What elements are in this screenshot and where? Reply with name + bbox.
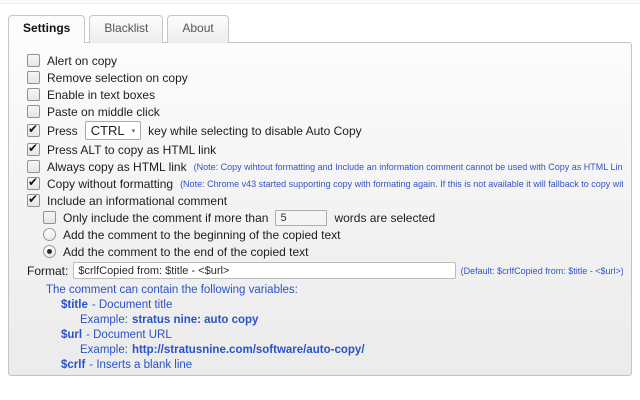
paste-middle-click-checkbox[interactable] — [27, 105, 40, 118]
words-count-input[interactable] — [275, 210, 327, 226]
variable-url-example: Example: http://stratusnine.com/software/… — [80, 343, 623, 358]
press-ctrl-label-after: key while selecting to disable Auto Copy — [148, 124, 361, 138]
option-row: Alert on copy — [17, 52, 623, 69]
only-include-row: Only include the comment if more than wo… — [33, 209, 623, 226]
tab-blacklist[interactable]: Blacklist — [89, 15, 163, 43]
format-label: Format: — [27, 264, 68, 278]
tab-bar: Settings Blacklist About — [0, 15, 640, 42]
ctrl-key-select[interactable]: CTRL ▾ — [85, 121, 141, 140]
press-alt-checkbox[interactable] — [27, 143, 40, 156]
position-beginning-label: Add the comment to the beginning of the … — [63, 228, 341, 242]
variable-url-example-label: Example: — [80, 344, 128, 356]
enable-text-boxes-label: Enable in text boxes — [47, 88, 155, 102]
variable-title: $title - Document title — [61, 298, 623, 313]
position-beginning-radio[interactable] — [43, 228, 56, 241]
chevron-down-icon: ▾ — [132, 127, 136, 135]
press-alt-row: Press ALT to copy as HTML link — [17, 141, 623, 158]
remove-selection-label: Remove selection on copy — [47, 71, 188, 85]
press-alt-label: Press ALT to copy as HTML link — [47, 143, 216, 157]
press-ctrl-checkbox[interactable] — [27, 124, 40, 137]
copy-without-formatting-label: Copy without formatting — [47, 177, 173, 191]
variable-title-desc: - Document title — [92, 299, 173, 311]
ctrl-key-value: CTRL — [91, 123, 125, 138]
variable-crlf: $crlf - Inserts a blank line — [61, 358, 623, 373]
format-default-hint: (Default: $crlfCopied from: $title - <$u… — [461, 266, 623, 276]
variable-url-example-value: http://stratusnine.com/software/auto-cop… — [132, 344, 365, 356]
variable-url-desc: - Document URL — [86, 329, 172, 341]
alert-on-copy-checkbox[interactable] — [27, 54, 40, 67]
press-ctrl-label-before: Press — [47, 124, 78, 138]
only-include-label-after: words are selected — [334, 211, 435, 225]
variable-title-example-value: stratus nine: auto copy — [132, 314, 259, 326]
copy-without-formatting-checkbox[interactable] — [27, 177, 40, 190]
format-row: Format: (Default: $crlfCopied from: $tit… — [17, 260, 623, 281]
format-input[interactable] — [73, 262, 455, 279]
remove-selection-checkbox[interactable] — [27, 71, 40, 84]
include-comment-label: Include an informational comment — [47, 194, 227, 208]
variable-url: $url - Document URL — [61, 328, 623, 343]
include-comment-checkbox[interactable] — [27, 194, 40, 207]
always-html-link-label: Always copy as HTML link — [47, 160, 187, 174]
always-html-link-note: (Note: Copy wihtout formatting and Inclu… — [194, 162, 623, 172]
always-html-link-row: Always copy as HTML link (Note: Copy wih… — [17, 158, 623, 175]
variable-crlf-desc: - Inserts a blank line — [89, 359, 192, 371]
copy-without-formatting-note: (Note: Chrome v43 started supporting cop… — [180, 179, 623, 189]
tab-settings[interactable]: Settings — [8, 15, 85, 43]
comment-beginning-row: Add the comment to the beginning of the … — [33, 226, 623, 243]
alert-on-copy-label: Alert on copy — [47, 54, 117, 68]
copy-without-formatting-row: Copy without formatting (Note: Chrome v4… — [17, 175, 623, 192]
variable-crlf-name: $crlf — [61, 359, 85, 371]
enable-text-boxes-checkbox[interactable] — [27, 88, 40, 101]
only-include-label-before: Only include the comment if more than — [63, 211, 268, 225]
option-row: Enable in text boxes — [17, 86, 623, 103]
position-end-label: Add the comment to the end of the copied… — [63, 245, 309, 259]
position-end-radio[interactable] — [43, 245, 56, 258]
option-row: Paste on middle click — [17, 103, 623, 120]
variable-title-name: $title — [61, 299, 88, 311]
top-strip — [0, 0, 640, 4]
option-row: Remove selection on copy — [17, 69, 623, 86]
variables-intro: The comment can contain the following va… — [46, 283, 623, 298]
variable-title-example: Example: stratus nine: auto copy — [80, 313, 623, 328]
tab-about[interactable]: About — [167, 15, 228, 43]
variables-help: The comment can contain the following va… — [17, 283, 623, 373]
comment-end-row: Add the comment to the end of the copied… — [33, 243, 623, 260]
always-html-link-checkbox[interactable] — [27, 160, 40, 173]
settings-panel: Alert on copy Remove selection on copy E… — [8, 42, 632, 376]
variable-url-name: $url — [61, 329, 82, 341]
variable-title-example-label: Example: — [80, 314, 128, 326]
only-include-checkbox[interactable] — [43, 211, 56, 224]
include-comment-row: Include an informational comment — [17, 192, 623, 209]
options-page: Settings Blacklist About Alert on copy R… — [0, 0, 640, 400]
press-ctrl-row: Press CTRL ▾ key while selecting to disa… — [17, 120, 623, 141]
paste-middle-click-label: Paste on middle click — [47, 105, 160, 119]
